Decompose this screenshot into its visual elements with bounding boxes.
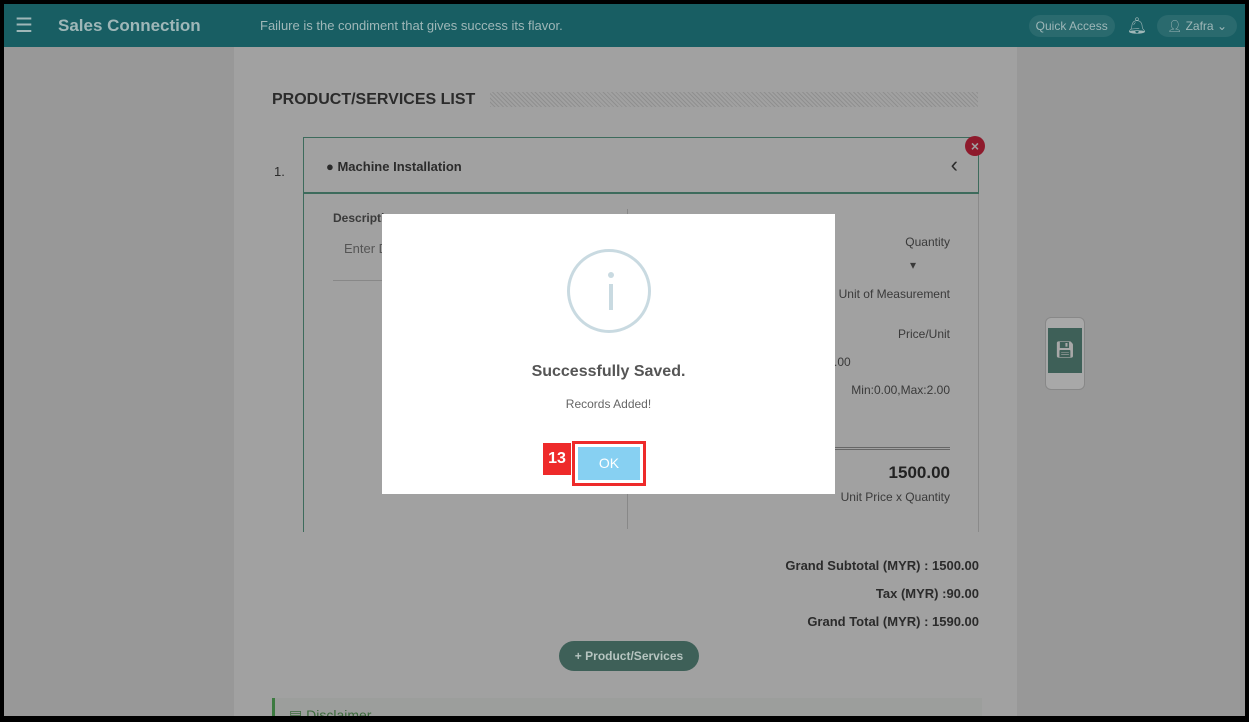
remove-item-icon[interactable]: ×	[965, 136, 985, 156]
item-subtotal: 1500.00	[888, 463, 950, 482]
ok-highlight: OK	[572, 441, 646, 486]
user-icon: 👤︎	[1167, 18, 1186, 33]
quote-text: Failure is the condiment that gives succ…	[260, 18, 563, 33]
price-input[interactable]: .00	[834, 355, 851, 369]
save-icon[interactable]: 💾︎	[1048, 328, 1082, 373]
quick-access-button[interactable]: Quick Access	[1028, 14, 1115, 37]
add-product-button[interactable]: + Product/Services	[559, 641, 699, 671]
subtotal-label: Unit Price x Quantity	[840, 490, 950, 504]
annotation-badge: 13	[543, 443, 571, 475]
item-header[interactable]: ● Machine Installation ‹	[303, 137, 979, 194]
price-label: Price/Unit	[897, 327, 950, 341]
chevron-left-icon[interactable]: ‹	[951, 152, 958, 178]
tax: Tax (MYR) :90.00	[875, 586, 979, 601]
user-menu[interactable]: 👤︎ Zafra ⌄	[1157, 14, 1237, 37]
top-bar: ☰ Sales Connection Failure is the condim…	[4, 4, 1245, 47]
app: ☰ Sales Connection Failure is the condim…	[4, 4, 1245, 716]
price-range: Min:0.00,Max:2.00	[851, 383, 950, 397]
save-widget[interactable]: 💾︎	[1045, 317, 1085, 390]
section-title: PRODUCT/SERVICES LIST	[272, 91, 476, 108]
dialog-message: Records Added!	[565, 397, 652, 411]
disclaimer-section[interactable]: ▤ Disclaimer	[272, 698, 982, 716]
dialog-title: Successfully Saved.	[531, 363, 686, 380]
info-icon	[566, 249, 651, 333]
add-product-label: Product/Services	[585, 649, 684, 663]
note-icon: ▤	[289, 707, 307, 716]
item-number: 1.	[274, 164, 285, 179]
user-name: Zafra	[1185, 18, 1214, 33]
hamburger-menu-icon[interactable]: ☰	[4, 13, 44, 38]
uom-dropdown[interactable]: ▾	[910, 258, 916, 272]
success-dialog: Successfully Saved. Records Added! 13 OK	[382, 214, 835, 494]
tag-icon: ●	[326, 159, 338, 174]
disclaimer-label: Disclaimer	[306, 707, 372, 716]
grand-subtotal: Grand Subtotal (MYR) : 1500.00	[785, 558, 979, 573]
app-title: Sales Connection	[58, 15, 201, 35]
grand-total: Grand Total (MYR) : 1590.00	[807, 614, 979, 629]
plus-icon: +	[574, 649, 586, 663]
ok-button[interactable]: OK	[578, 447, 640, 480]
item-name: Machine Installation	[337, 159, 462, 174]
uom-label: Unit of Measurement	[838, 287, 950, 301]
description-label: Descripti	[333, 211, 385, 225]
divider	[490, 92, 978, 107]
quantity-label: Quantity	[905, 235, 950, 249]
bell-icon[interactable]: 🔔︎	[1127, 16, 1147, 36]
